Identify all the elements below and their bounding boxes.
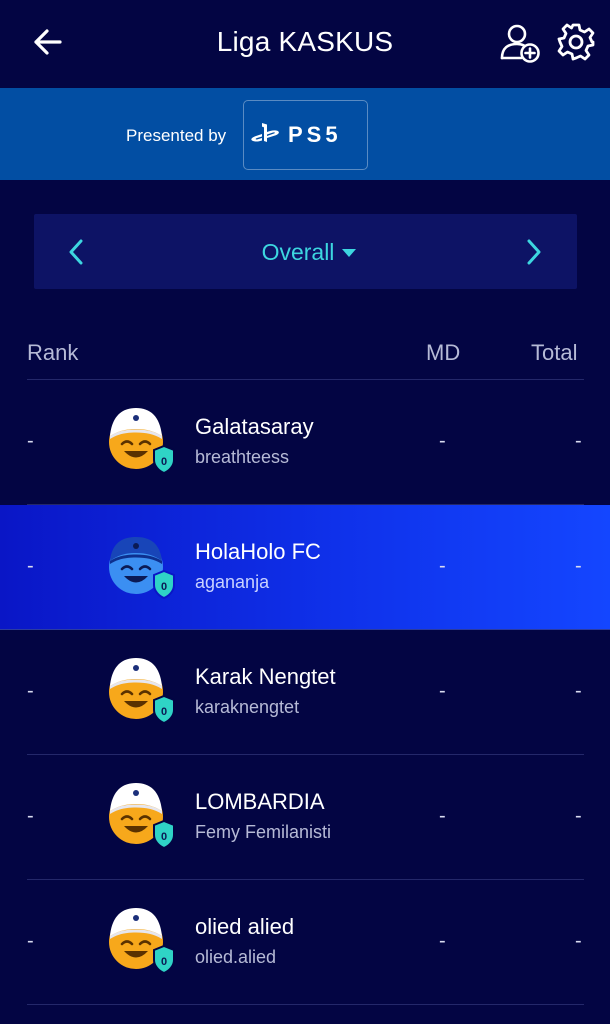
table-row[interactable]: - 0 Karak Nengtet karaknengtet - -: [0, 630, 610, 755]
row-rank: -: [27, 555, 34, 577]
team-name[interactable]: LOMBARDIA: [195, 789, 325, 815]
row-total-points: -: [575, 805, 582, 827]
rank-badge: 0: [161, 831, 167, 843]
manager-name: olied.alied: [195, 947, 277, 967]
sponsor-label: Presented by: [126, 126, 227, 145]
table-row[interactable]: - 0 olied alied olied.alied - -: [0, 880, 610, 1005]
row-total-points: -: [575, 930, 582, 952]
rank-badge: 0: [161, 706, 167, 718]
table-row[interactable]: - 0 HolaHolo FC agananja - -: [0, 505, 610, 630]
manager-name: breathteess: [195, 447, 290, 467]
top-app-bar: Liga KASKUS: [0, 0, 610, 88]
avatar: 0: [106, 529, 176, 601]
row-rank: -: [27, 805, 34, 827]
team-name[interactable]: Galatasaray: [195, 414, 314, 440]
rank-badge: 0: [161, 956, 167, 968]
row-rank: -: [27, 680, 34, 702]
avatar: 0: [106, 779, 176, 851]
row-md-points: -: [439, 680, 446, 702]
previous-period-button[interactable]: [56, 232, 96, 272]
playstation-logo-icon: PS5: [250, 122, 342, 147]
sponsor-logo-text: PS5: [288, 122, 342, 147]
avatar: 0: [106, 904, 176, 976]
standings-list: - 0 Galatasaray breathteess - - - 0 Hola…: [0, 380, 610, 1005]
column-header-md: MD: [426, 340, 461, 365]
row-total-points: -: [575, 555, 582, 577]
avatar: 0: [106, 404, 176, 476]
add-user-button[interactable]: [498, 20, 542, 64]
row-rank: -: [27, 930, 34, 952]
ps5-logo[interactable]: PS5: [243, 100, 368, 170]
caret-down-icon: [342, 249, 357, 257]
column-header-total: Total: [531, 340, 578, 365]
arrow-left-icon: [34, 29, 62, 55]
chevron-left-icon: [69, 239, 83, 265]
add-user-icon: [500, 24, 540, 63]
table-row[interactable]: - 0 LOMBARDIA Femy Femilanisti - -: [0, 755, 610, 880]
row-rank: -: [27, 430, 34, 452]
team-name[interactable]: olied alied: [195, 914, 294, 940]
team-name[interactable]: Karak Nengtet: [195, 664, 336, 690]
settings-button[interactable]: [554, 20, 598, 64]
period-dropdown-label: Overall: [261, 238, 335, 265]
avatar: 0: [106, 654, 176, 726]
row-md-points: -: [439, 555, 446, 577]
table-row[interactable]: - 0 Galatasaray breathteess - -: [0, 380, 610, 505]
row-md-points: -: [439, 430, 446, 452]
manager-name: agananja: [195, 572, 270, 592]
gear-icon: [557, 23, 595, 61]
period-selector: Overall: [34, 214, 577, 289]
back-button[interactable]: [30, 26, 66, 58]
standings-header: Rank MD Total: [0, 330, 610, 380]
row-total-points: -: [575, 430, 582, 452]
period-dropdown[interactable]: Overall: [234, 236, 384, 268]
row-md-points: -: [439, 930, 446, 952]
manager-name: Femy Femilanisti: [195, 822, 332, 842]
row-md-points: -: [439, 805, 446, 827]
row-total-points: -: [575, 680, 582, 702]
team-name[interactable]: HolaHolo FC: [195, 539, 321, 565]
next-period-button[interactable]: [514, 232, 554, 272]
manager-name: karaknengtet: [195, 697, 300, 717]
rank-badge: 0: [161, 581, 167, 593]
chevron-right-icon: [527, 239, 541, 265]
rank-badge: 0: [161, 456, 167, 468]
column-header-rank: Rank: [27, 340, 79, 365]
